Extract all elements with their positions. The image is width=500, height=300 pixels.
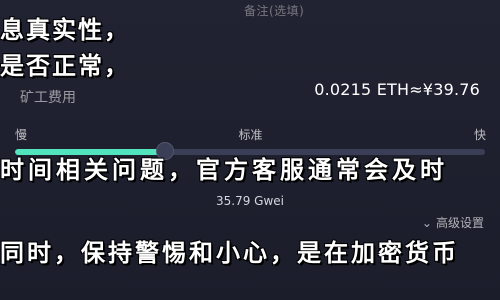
miner-fee-value: 0.0215 ETH≈¥39.76 [314, 80, 480, 99]
speed-standard-label[interactable]: 标准 [238, 126, 262, 143]
fee-slider-thumb[interactable] [156, 142, 174, 160]
fee-slider[interactable] [15, 142, 485, 162]
speed-fast-label[interactable]: 快 [474, 126, 486, 143]
miner-fee-label: 矿工费用 [20, 90, 76, 106]
transfer-screen: 备注(选填) 矿工费用 0.0215 ETH≈¥39.76 慢 标准 快 35.… [0, 0, 500, 300]
chevron-down-icon: ⌄ [421, 215, 432, 230]
speed-slow-label[interactable]: 慢 [15, 126, 27, 143]
gas-price-value: 35.79 Gwei [216, 194, 284, 208]
advanced-settings-button[interactable]: ⌄ 高级设置 [422, 214, 484, 231]
remark-field-label: 备注(选填) [244, 4, 305, 18]
fee-slider-track[interactable] [15, 149, 485, 155]
fee-speed-labels: 慢 标准 快 [15, 126, 486, 143]
fee-slider-fill [15, 149, 165, 155]
advanced-settings-label: 高级设置 [435, 216, 484, 230]
